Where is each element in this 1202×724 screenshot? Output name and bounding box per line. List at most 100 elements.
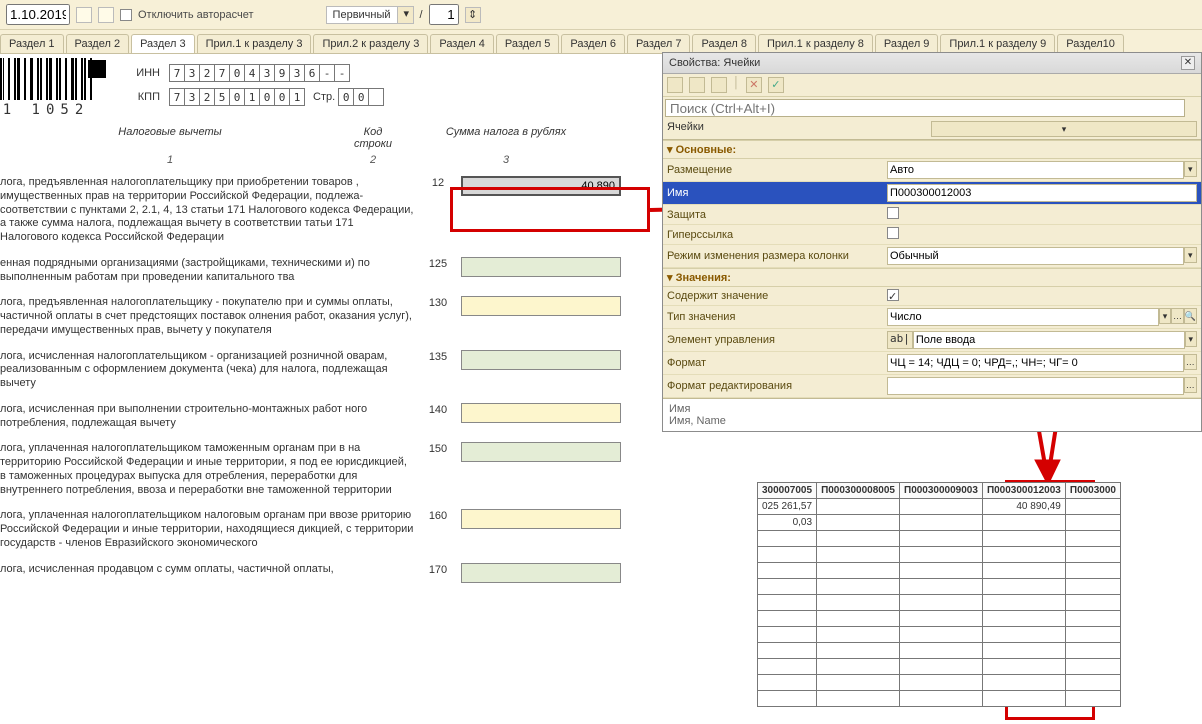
categorize-icon[interactable] xyxy=(711,77,727,93)
table-cell[interactable] xyxy=(982,611,1065,627)
table-cell[interactable] xyxy=(900,643,983,659)
table-cell[interactable] xyxy=(982,627,1065,643)
chevron-down-icon[interactable]: ▾ xyxy=(1185,331,1197,347)
table-cell[interactable]: 025 261,57 xyxy=(758,499,817,515)
dots-icon[interactable]: … xyxy=(1171,308,1183,324)
prop-input[interactable] xyxy=(887,308,1159,326)
table-cell[interactable] xyxy=(817,547,900,563)
table-cell[interactable] xyxy=(1065,499,1120,515)
table-cell[interactable] xyxy=(982,531,1065,547)
table-cell[interactable] xyxy=(900,531,983,547)
table-header[interactable]: П000300012003 xyxy=(982,483,1065,499)
table-cell[interactable] xyxy=(982,675,1065,691)
chevron-down-icon[interactable]: ▾ xyxy=(931,121,1197,137)
table-cell[interactable] xyxy=(817,499,900,515)
table-cell[interactable] xyxy=(900,659,983,675)
table-cell[interactable] xyxy=(817,627,900,643)
checkbox[interactable] xyxy=(887,227,899,239)
table-cell[interactable] xyxy=(817,595,900,611)
table-cell[interactable] xyxy=(1065,595,1120,611)
table-cell[interactable] xyxy=(758,627,817,643)
table-cell[interactable] xyxy=(817,563,900,579)
table-cell[interactable] xyxy=(817,643,900,659)
table-cell[interactable] xyxy=(758,691,817,707)
table-cell[interactable] xyxy=(817,611,900,627)
table-cell[interactable] xyxy=(1065,531,1120,547)
row-value-input[interactable] xyxy=(461,257,621,277)
dots-icon[interactable]: … xyxy=(1184,354,1197,370)
chevron-down-icon[interactable]: ▾ xyxy=(397,7,413,23)
sort-icon[interactable] xyxy=(667,77,683,93)
table-cell[interactable] xyxy=(817,659,900,675)
dots-icon[interactable]: … xyxy=(1184,377,1197,393)
table-cell[interactable] xyxy=(900,563,983,579)
table-cell[interactable] xyxy=(758,595,817,611)
prop-row[interactable]: Режим изменения размера колонки▾ xyxy=(663,245,1201,268)
tab-6[interactable]: Раздел 5 xyxy=(496,34,560,53)
close-icon[interactable]: ✕ xyxy=(1181,56,1195,70)
tab-4[interactable]: Прил.2 к разделу 3 xyxy=(313,34,428,53)
tab-9[interactable]: Раздел 8 xyxy=(692,34,756,53)
table-cell[interactable] xyxy=(817,691,900,707)
tab-7[interactable]: Раздел 6 xyxy=(561,34,625,53)
table-cell[interactable] xyxy=(982,579,1065,595)
prop-row[interactable]: Формат редактирования… xyxy=(663,375,1201,398)
disable-autocalc-checkbox[interactable] xyxy=(120,9,132,21)
table-cell[interactable] xyxy=(758,579,817,595)
table-cell[interactable] xyxy=(900,595,983,611)
tab-1[interactable]: Раздел 2 xyxy=(66,34,130,53)
properties-category[interactable]: Ячейки ▾ xyxy=(663,119,1201,140)
table-cell[interactable] xyxy=(758,659,817,675)
tab-0[interactable]: Раздел 1 xyxy=(0,34,64,53)
table-cell[interactable] xyxy=(982,595,1065,611)
prop-row[interactable]: Элемент управленияab|▾ xyxy=(663,329,1201,352)
table-cell[interactable] xyxy=(900,579,983,595)
prop-row[interactable]: Размещение▾ xyxy=(663,159,1201,182)
row-value-input[interactable] xyxy=(461,296,621,316)
date-input[interactable] xyxy=(6,4,70,25)
search-input[interactable] xyxy=(665,99,1185,117)
tab-13[interactable]: Раздел10 xyxy=(1057,34,1124,53)
chevron-down-icon[interactable]: ▾ xyxy=(1159,308,1171,324)
properties-titlebar[interactable]: Свойства: Ячейки ✕ xyxy=(663,53,1201,74)
table-cell[interactable] xyxy=(900,515,983,531)
prop-row[interactable]: Гиперссылка xyxy=(663,225,1201,245)
tab-12[interactable]: Прил.1 к разделу 9 xyxy=(940,34,1055,53)
prop-row[interactable]: Формат… xyxy=(663,352,1201,375)
prop-row[interactable]: Содержит значение✓ xyxy=(663,287,1201,306)
table-cell[interactable] xyxy=(1065,547,1120,563)
table-cell[interactable] xyxy=(982,659,1065,675)
row-value-input[interactable] xyxy=(461,176,621,196)
pencil-icon[interactable] xyxy=(98,7,114,23)
checkbox[interactable] xyxy=(887,207,899,219)
table-cell[interactable] xyxy=(1065,579,1120,595)
table-cell[interactable] xyxy=(817,579,900,595)
table-cell[interactable] xyxy=(982,691,1065,707)
prop-input[interactable] xyxy=(887,247,1184,265)
filter-icon[interactable] xyxy=(689,77,705,93)
delete-icon[interactable]: ✕ xyxy=(746,77,762,93)
correction-num-input[interactable] xyxy=(429,4,459,25)
prop-input[interactable] xyxy=(887,161,1184,179)
calendar-icon[interactable] xyxy=(76,7,92,23)
table-cell[interactable] xyxy=(900,675,983,691)
table-cell[interactable] xyxy=(982,643,1065,659)
table-cell[interactable] xyxy=(817,531,900,547)
tab-3[interactable]: Прил.1 к разделу 3 xyxy=(197,34,312,53)
table-cell[interactable] xyxy=(982,515,1065,531)
table-cell[interactable] xyxy=(758,643,817,659)
table-cell[interactable] xyxy=(900,627,983,643)
apply-icon[interactable]: ✓ xyxy=(768,77,784,93)
table-cell[interactable] xyxy=(1065,515,1120,531)
table-cell[interactable] xyxy=(758,675,817,691)
table-cell[interactable] xyxy=(758,531,817,547)
prop-input[interactable] xyxy=(913,331,1185,349)
table-cell[interactable]: 0,03 xyxy=(758,515,817,531)
prop-row[interactable]: Защита xyxy=(663,205,1201,225)
table-cell[interactable] xyxy=(982,547,1065,563)
prop-input[interactable] xyxy=(887,184,1197,202)
table-cell[interactable] xyxy=(900,691,983,707)
row-value-input[interactable] xyxy=(461,403,621,423)
tab-10[interactable]: Прил.1 к разделу 8 xyxy=(758,34,873,53)
table-cell[interactable] xyxy=(900,547,983,563)
